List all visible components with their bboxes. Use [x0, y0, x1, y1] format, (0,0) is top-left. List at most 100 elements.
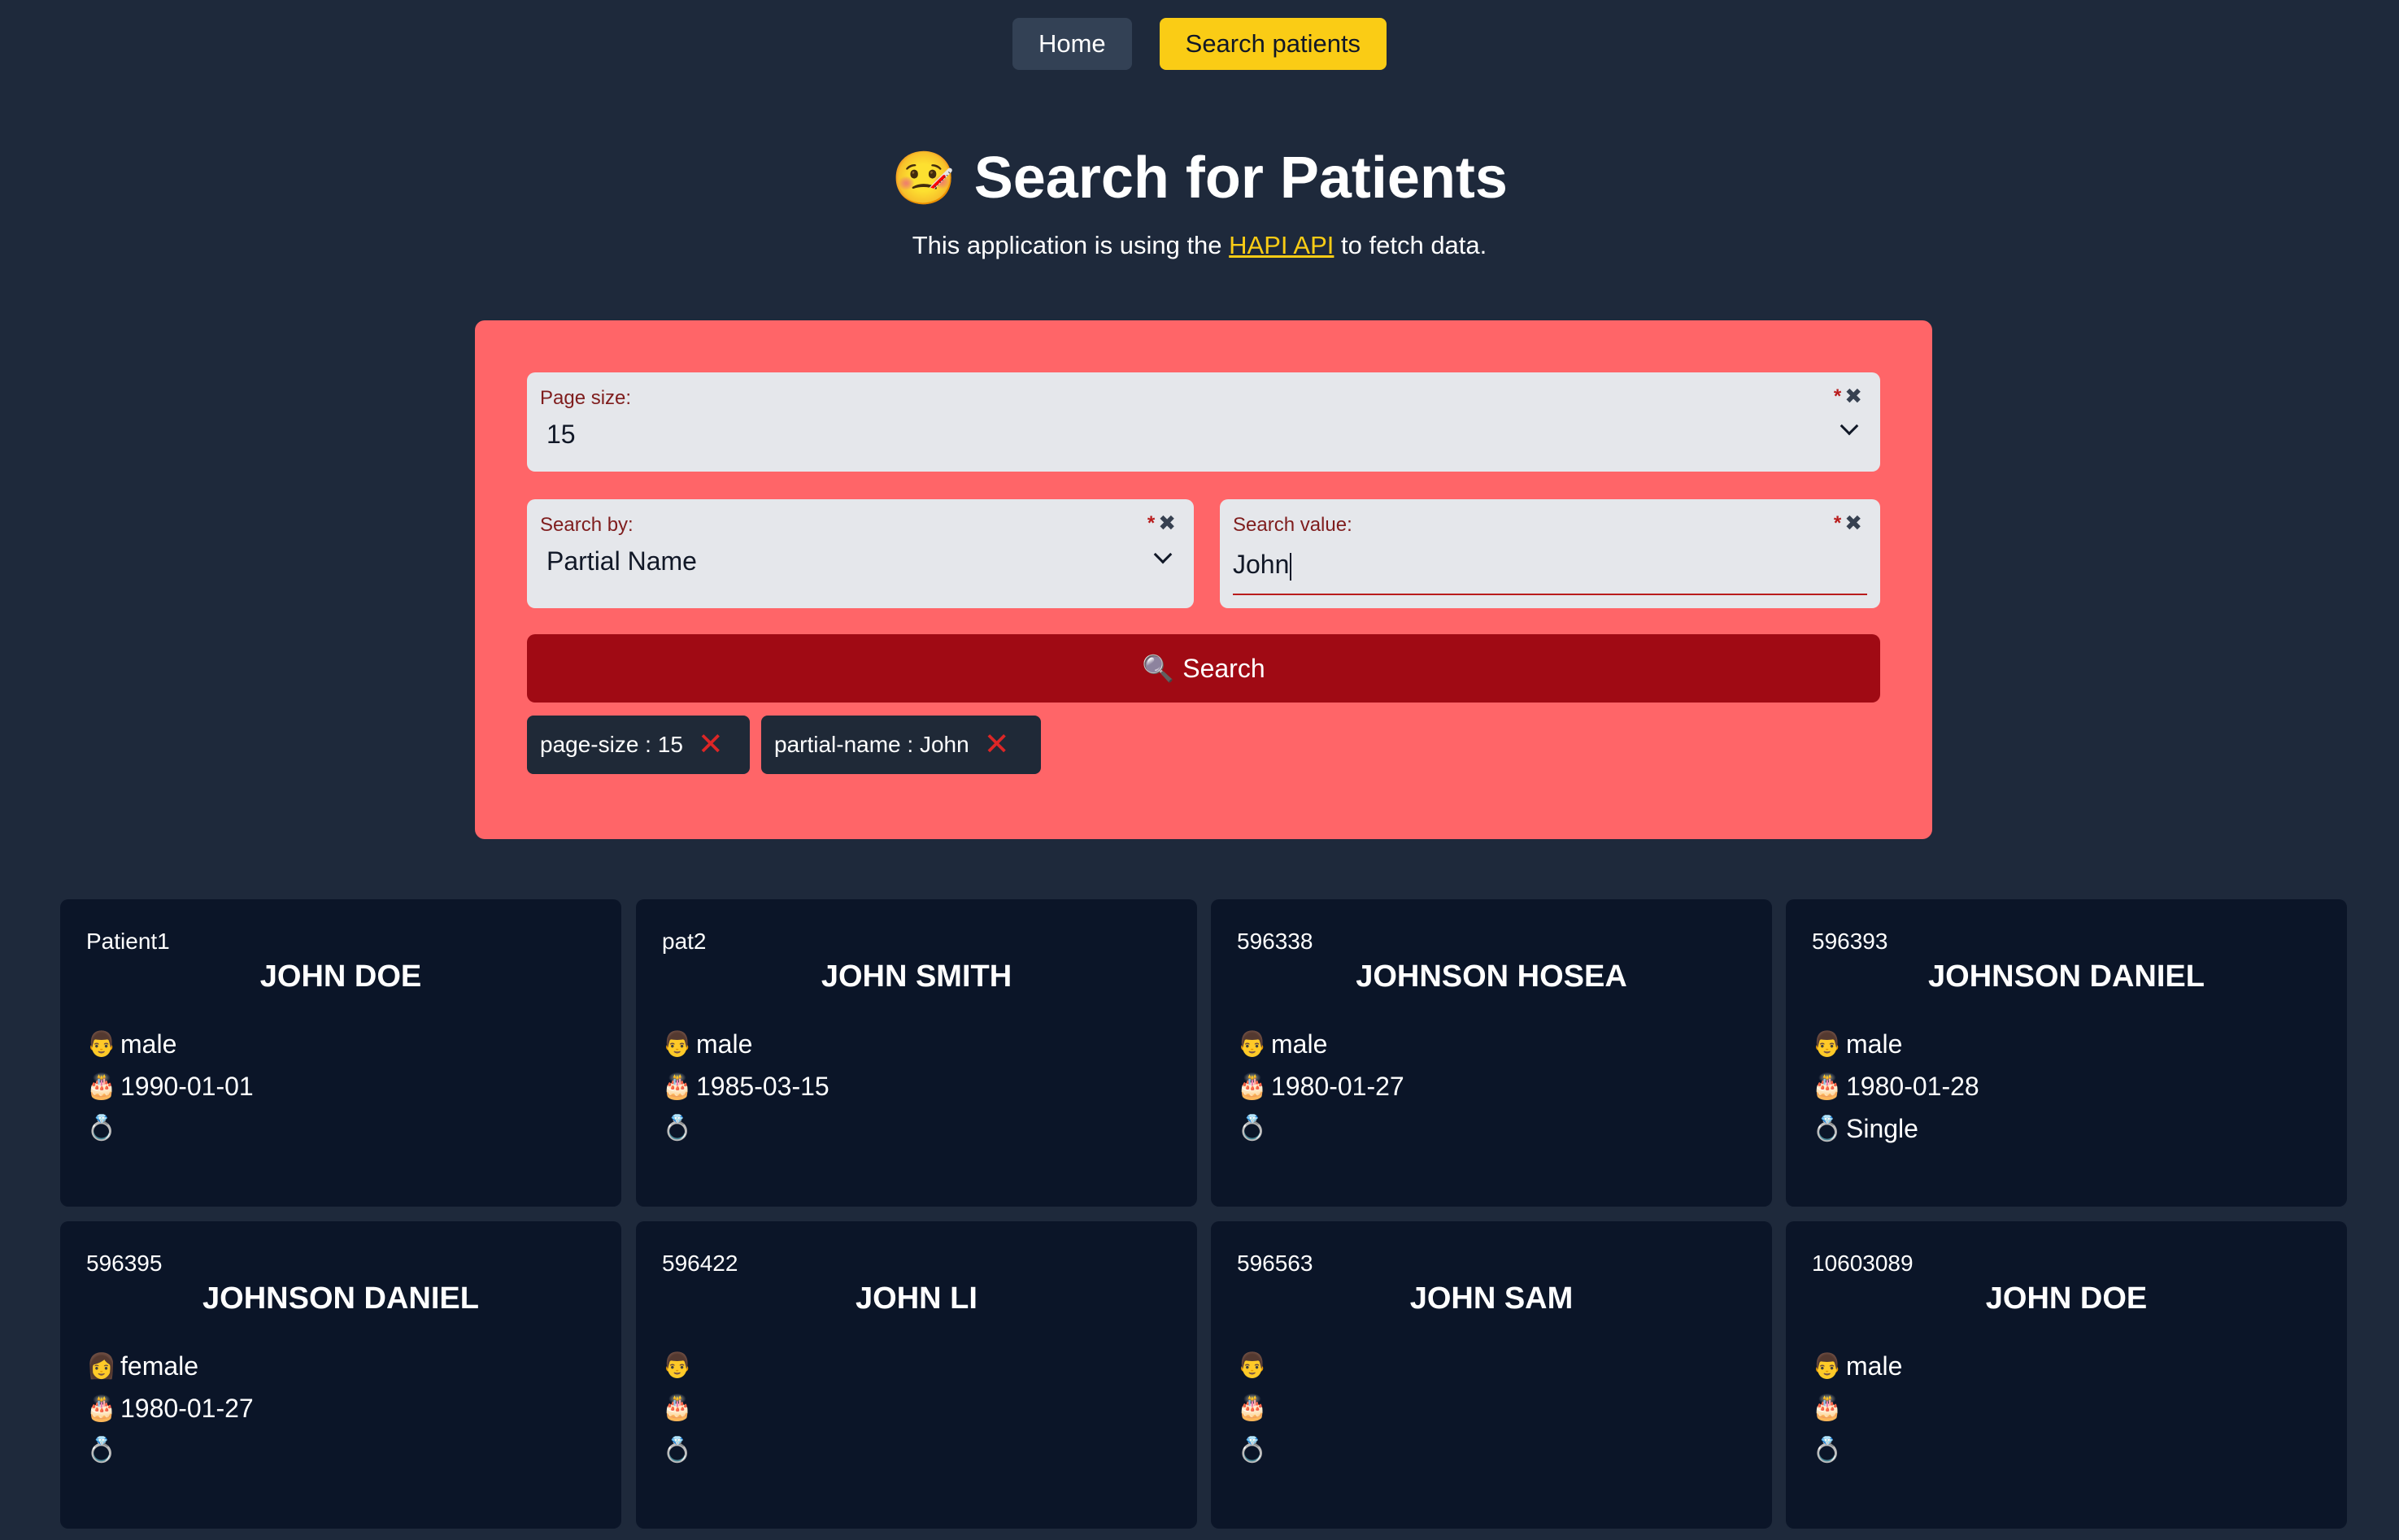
- clear-icon[interactable]: ✖: [1158, 511, 1176, 536]
- male-icon: 👨: [86, 1030, 117, 1059]
- required-marker: *: [1833, 385, 1842, 407]
- patient-marital-status: Single: [1846, 1114, 1918, 1143]
- input-underline: [1233, 594, 1867, 595]
- patient-marital-row: 💍 Single: [1812, 1114, 1918, 1144]
- ring-icon: 💍: [662, 1114, 693, 1142]
- filter-chip-partial-name: partial-name : John ✕: [761, 716, 1041, 774]
- patient-name: JOHNSON DANIEL: [1928, 959, 2205, 994]
- birthday-cake-icon: 🎂: [86, 1072, 117, 1101]
- patient-marital-row: 💍: [1812, 1436, 1846, 1464]
- ring-icon: 💍: [1812, 1436, 1843, 1464]
- patient-gender: male: [696, 1029, 753, 1059]
- patient-card[interactable]: 596395 JOHNSON DANIEL 👩 female 🎂 1980-01-27 💍: [60, 1221, 621, 1529]
- patient-id: 596563: [1237, 1251, 1313, 1276]
- birthday-cake-icon: 🎂: [1812, 1394, 1843, 1422]
- patient-marital-row: 💍: [86, 1436, 120, 1464]
- page-size-value: 15: [546, 420, 576, 449]
- hapi-api-link[interactable]: HAPI API: [1229, 231, 1334, 259]
- patient-birth-date: 1980-01-27: [120, 1394, 254, 1423]
- filter-chip-label: page-size : 15: [540, 732, 683, 757]
- male-icon: 👨: [662, 1351, 693, 1380]
- text-caret: [1290, 552, 1292, 581]
- birthday-cake-icon: 🎂: [662, 1072, 693, 1101]
- patient-card[interactable]: Patient1 JOHN DOE 👨 male 🎂 1990-01-01 💍: [60, 899, 621, 1207]
- search-value-field[interactable]: Search value: * ✖ John: [1220, 499, 1880, 608]
- patient-name: JOHNSON DANIEL: [202, 1281, 479, 1316]
- search-patients-button[interactable]: Search patients: [1159, 18, 1387, 70]
- chevron-down-icon[interactable]: [1840, 416, 1859, 436]
- search-by-select[interactable]: Search by: * ✖ Partial Name: [527, 499, 1194, 608]
- ring-icon: 💍: [1812, 1115, 1843, 1143]
- patient-gender: male: [120, 1029, 177, 1059]
- patient-marital-row: 💍: [662, 1436, 696, 1464]
- patient-birth-date: 1980-01-28: [1846, 1072, 1979, 1101]
- patient-gender-row: 👨 male: [86, 1029, 176, 1059]
- ring-icon: 💍: [1237, 1114, 1268, 1142]
- filter-chip-page-size: page-size : 15 ✕: [527, 716, 750, 774]
- female-icon: 👩: [86, 1352, 117, 1381]
- patient-card[interactable]: 596393 JOHNSON DANIEL 👨 male 🎂 1980-01-28 💍 Sin…: [1786, 899, 2347, 1207]
- required-marker: *: [1833, 511, 1842, 534]
- patient-id: 596393: [1812, 929, 1888, 954]
- page-size-select[interactable]: Page size: * ✖ 15: [527, 372, 1880, 472]
- subtitle-text-after: to fetch data.: [1341, 231, 1487, 259]
- ring-icon: 💍: [86, 1436, 117, 1464]
- patient-gender-row: 👨: [662, 1351, 696, 1380]
- patient-card[interactable]: 596563 JOHN SAM 👨 🎂 💍: [1211, 1221, 1772, 1529]
- page-title: 🤒 Search for Patients: [0, 145, 2399, 211]
- search-button[interactable]: 🔍 Search: [527, 634, 1880, 703]
- patient-id: 596395: [86, 1251, 163, 1276]
- patient-gender: male: [1846, 1351, 1903, 1381]
- birthday-cake-icon: 🎂: [1812, 1072, 1843, 1101]
- search-value-input[interactable]: John: [1233, 550, 1292, 581]
- magnifier-icon: 🔍: [1142, 653, 1175, 684]
- patient-gender-row: 👩 female: [86, 1351, 198, 1381]
- page-size-label: Page size:: [540, 387, 632, 409]
- ring-icon: 💍: [86, 1114, 117, 1142]
- male-icon: 👨: [1812, 1030, 1843, 1059]
- patient-card[interactable]: 596422 JOHN LI 👨 🎂 💍: [636, 1221, 1197, 1529]
- patient-birth-date: 1985-03-15: [696, 1072, 829, 1101]
- male-icon: 👨: [1237, 1351, 1268, 1380]
- patient-gender: male: [1271, 1029, 1328, 1059]
- patient-gender: male: [1846, 1029, 1903, 1059]
- patient-birthdate-row: 🎂: [662, 1394, 696, 1422]
- page-subtitle: This application is using the HAPI API t…: [0, 231, 2399, 260]
- clear-icon[interactable]: ✖: [1844, 511, 1862, 536]
- patient-birth-date: 1990-01-01: [120, 1072, 254, 1101]
- search-value-required: * ✖: [1834, 511, 1862, 536]
- patient-birthdate-row: 🎂 1980-01-27: [86, 1394, 254, 1424]
- birthday-cake-icon: 🎂: [1237, 1072, 1268, 1101]
- birthday-cake-icon: 🎂: [662, 1394, 693, 1422]
- clear-icon[interactable]: ✖: [1844, 384, 1862, 409]
- patient-birthdate-row: 🎂 1990-01-01: [86, 1072, 254, 1102]
- male-icon: 👨: [1812, 1352, 1843, 1381]
- patient-gender: female: [120, 1351, 199, 1381]
- patient-id: 10603089: [1812, 1251, 1914, 1276]
- patient-id: 596422: [662, 1251, 738, 1276]
- search-by-value: Partial Name: [546, 546, 697, 576]
- patient-birthdate-row: 🎂 1980-01-28: [1812, 1072, 1979, 1102]
- patient-marital-row: 💍: [1237, 1436, 1271, 1464]
- search-value-text: John: [1233, 550, 1290, 579]
- male-icon: 👨: [662, 1030, 693, 1059]
- remove-filter-icon[interactable]: ✕: [698, 729, 724, 760]
- patient-card[interactable]: 596338 JOHNSON HOSEA 👨 male 🎂 1980-01-27 💍: [1211, 899, 1772, 1207]
- patient-gender-row: 👨 male: [1237, 1029, 1327, 1059]
- patient-gender-row: 👨 male: [1812, 1029, 1902, 1059]
- remove-filter-icon[interactable]: ✕: [984, 729, 1010, 760]
- male-icon: 👨: [1237, 1030, 1268, 1059]
- patient-marital-row: 💍: [1237, 1114, 1271, 1142]
- home-button[interactable]: Home: [1012, 18, 1132, 70]
- birthday-cake-icon: 🎂: [86, 1394, 117, 1423]
- chevron-down-icon[interactable]: [1153, 545, 1173, 564]
- patient-id: Patient1: [86, 929, 170, 954]
- patient-birthdate-row: 🎂: [1237, 1394, 1271, 1422]
- patient-card[interactable]: pat2 JOHN SMITH 👨 male 🎂 1985-03-15 💍: [636, 899, 1197, 1207]
- patient-card[interactable]: 10603089 JOHN DOE 👨 male 🎂 💍: [1786, 1221, 2347, 1529]
- patient-name: JOHN DOE: [259, 959, 422, 994]
- patient-name: JOHNSON HOSEA: [1356, 959, 1627, 994]
- patient-name: JOHN SMITH: [821, 959, 1012, 994]
- required-marker: *: [1147, 511, 1156, 534]
- patient-id: pat2: [662, 929, 707, 954]
